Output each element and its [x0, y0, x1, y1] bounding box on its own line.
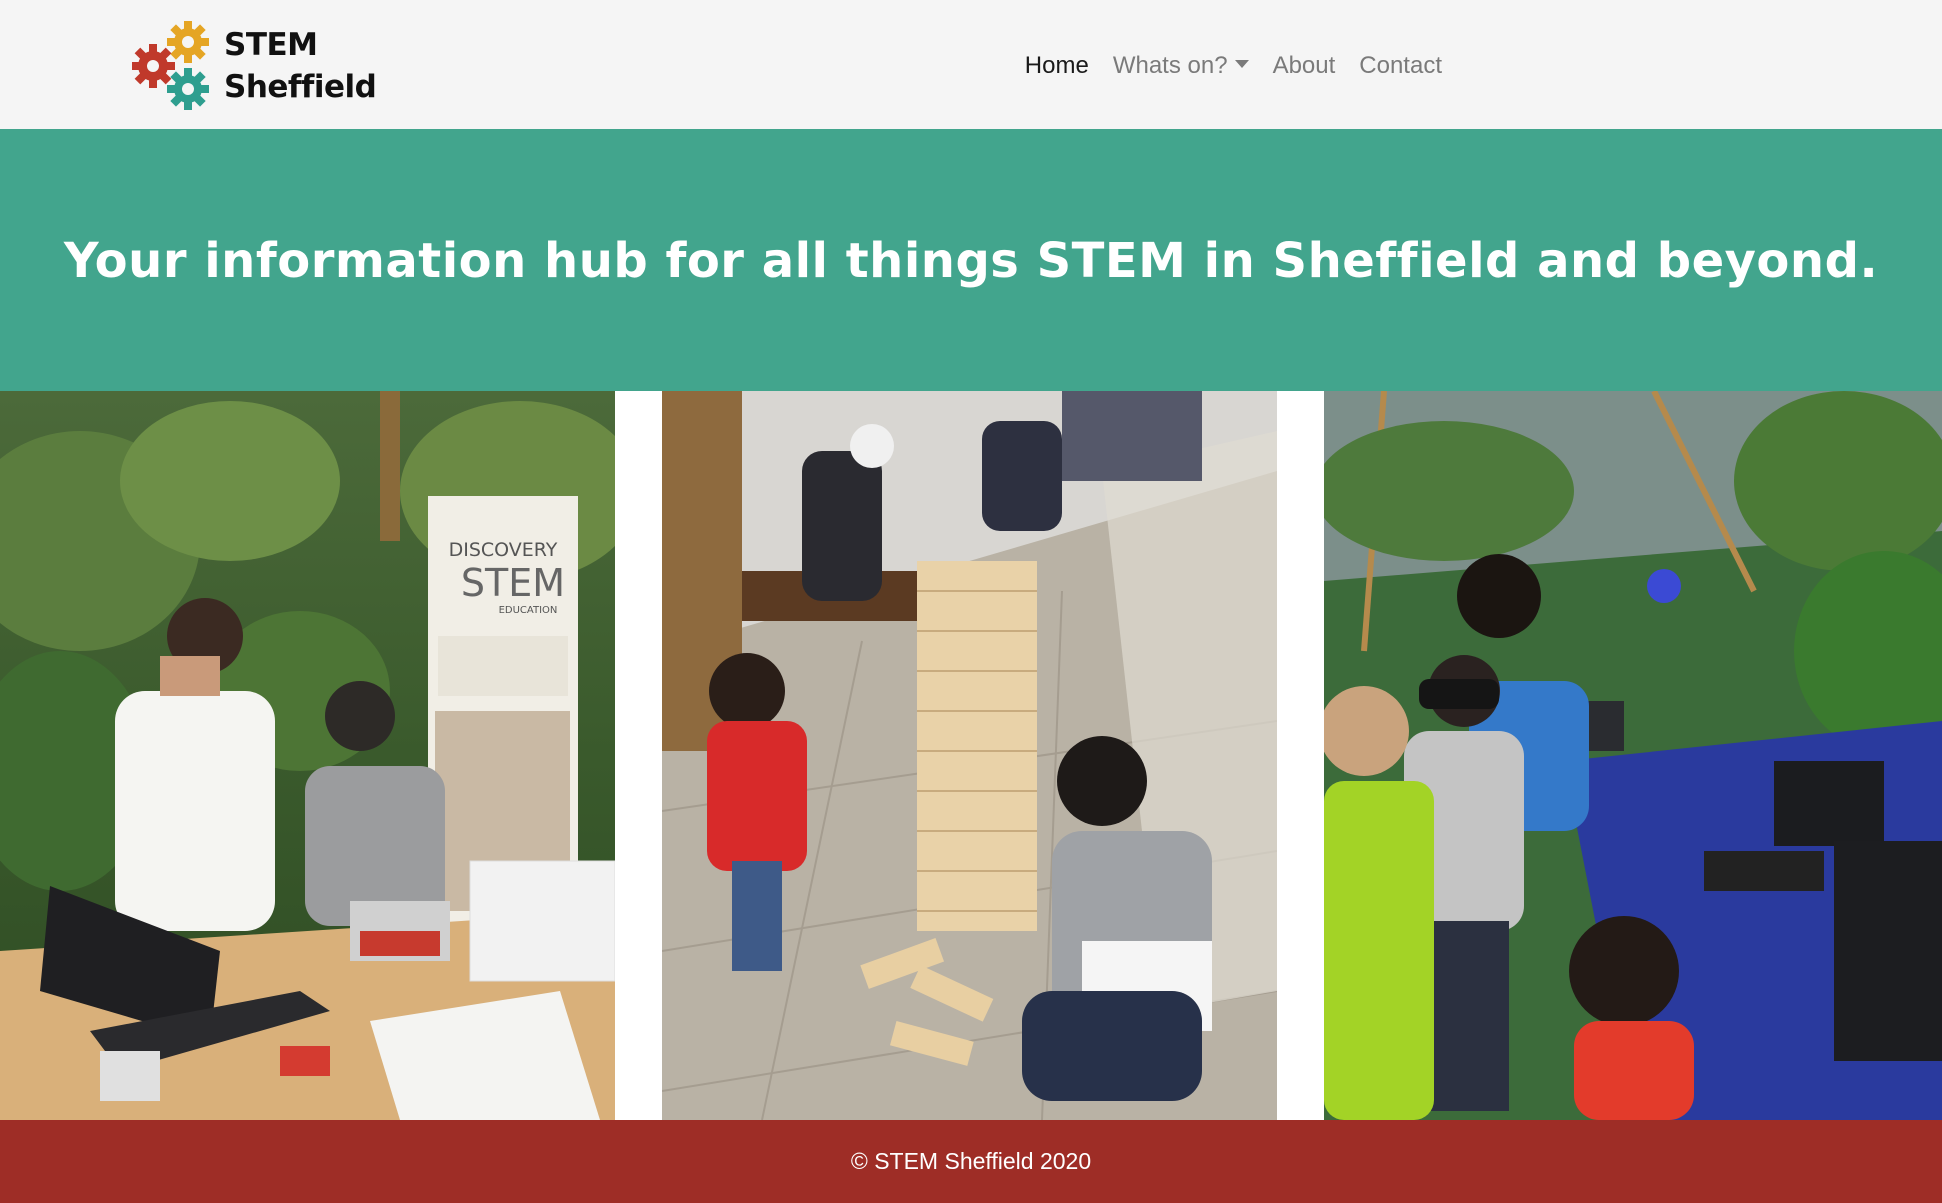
brand-link[interactable]: STEM Sheffield [131, 20, 377, 112]
nav-home[interactable]: Home [1025, 52, 1089, 80]
caret-down-icon [1234, 60, 1249, 68]
gears-logo-icon [131, 20, 216, 112]
brand-line-1: STEM [224, 27, 318, 63]
hero-banner: Your information hub for all things STEM… [0, 129, 1942, 391]
banner-line-2: STEM [461, 561, 565, 605]
hero-text-part-2: in Sheffield and beyond. [1186, 233, 1879, 289]
nav-about[interactable]: About [1273, 52, 1336, 80]
copyright-text: © STEM Sheffield 2020 [850, 1148, 1092, 1174]
navbar: STEM Sheffield Home Whats on? About Cont… [0, 0, 1942, 129]
main-nav: Home Whats on? About Contact [1001, 46, 1442, 86]
banner-line-1: DISCOVERY [449, 539, 558, 561]
nav-whats-on-dropdown[interactable]: Whats on? [1113, 52, 1249, 80]
nav-home-label: Home [1024, 52, 1089, 79]
gallery-photo-vr [1324, 391, 1942, 1120]
hero-text-bold: all things STEM [761, 233, 1187, 289]
gallery-photo-robotics: DISCOVERY STEM EDUCATION [0, 391, 615, 1120]
nav-about-label: About [1272, 52, 1336, 79]
nav-contact-label: Contact [1359, 52, 1442, 79]
hero-tagline: Your information hub for all things STEM… [64, 233, 1878, 289]
nav-contact[interactable]: Contact [1359, 52, 1442, 80]
gallery-photo-jenga [662, 391, 1277, 1120]
footer: © STEM Sheffield 2020 [0, 1120, 1942, 1203]
banner-line-3: EDUCATION [499, 605, 558, 616]
nav-whats-on-label: Whats on? [1112, 52, 1228, 79]
hero-text-part-1: Your information hub for [63, 233, 762, 289]
brand-name: STEM Sheffield [224, 24, 377, 108]
brand-line-2: Sheffield [224, 69, 377, 105]
photo-gallery: DISCOVERY STEM EDUCATION [0, 391, 1942, 1120]
